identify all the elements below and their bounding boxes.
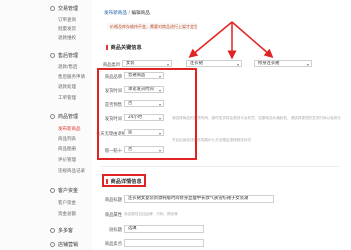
arrow-line: [231, 21, 274, 58]
arrow-line: [188, 21, 233, 58]
annotation-arrows: [188, 21, 274, 60]
